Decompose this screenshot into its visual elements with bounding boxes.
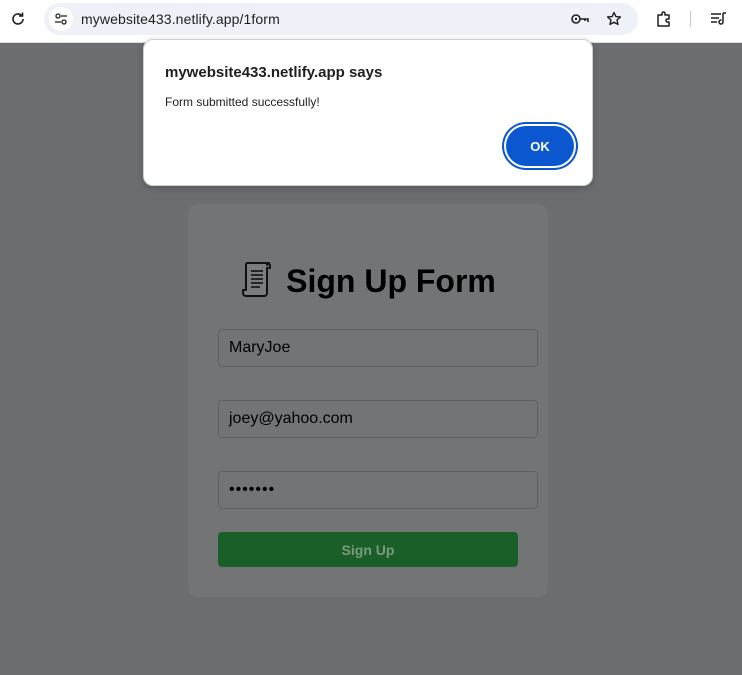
email-field[interactable]: joey@yahoo.com (218, 400, 538, 438)
ok-button[interactable]: OK (506, 126, 574, 166)
scroll-icon (240, 260, 274, 303)
password-field[interactable]: ••••••• (218, 471, 538, 509)
site-settings-icon[interactable] (49, 7, 73, 31)
bookmark-star-icon[interactable] (604, 9, 624, 29)
dialog-message: Form submitted successfully! (165, 95, 320, 109)
form-heading: Sign Up Form (286, 263, 496, 299)
toolbar-divider (690, 11, 691, 27)
address-bar[interactable]: mywebsite433.netlify.app/1form (44, 3, 638, 35)
url-text[interactable]: mywebsite433.netlify.app/1form (81, 11, 280, 27)
extensions-icon[interactable] (654, 9, 674, 29)
reading-list-icon[interactable] (708, 9, 728, 29)
signup-button[interactable]: Sign Up (218, 532, 518, 567)
username-field[interactable]: MaryJoe (218, 329, 538, 367)
form-title: Sign Up Form (188, 260, 548, 303)
password-key-icon[interactable] (570, 9, 590, 29)
alert-dialog: mywebsite433.netlify.app says Form submi… (143, 39, 593, 186)
browser-toolbar: mywebsite433.netlify.app/1form (0, 0, 742, 43)
signup-card: Sign Up Form MaryJoe joey@yahoo.com ••••… (188, 204, 548, 597)
dialog-title: mywebsite433.netlify.app says (165, 64, 383, 81)
reload-icon[interactable] (8, 9, 28, 29)
